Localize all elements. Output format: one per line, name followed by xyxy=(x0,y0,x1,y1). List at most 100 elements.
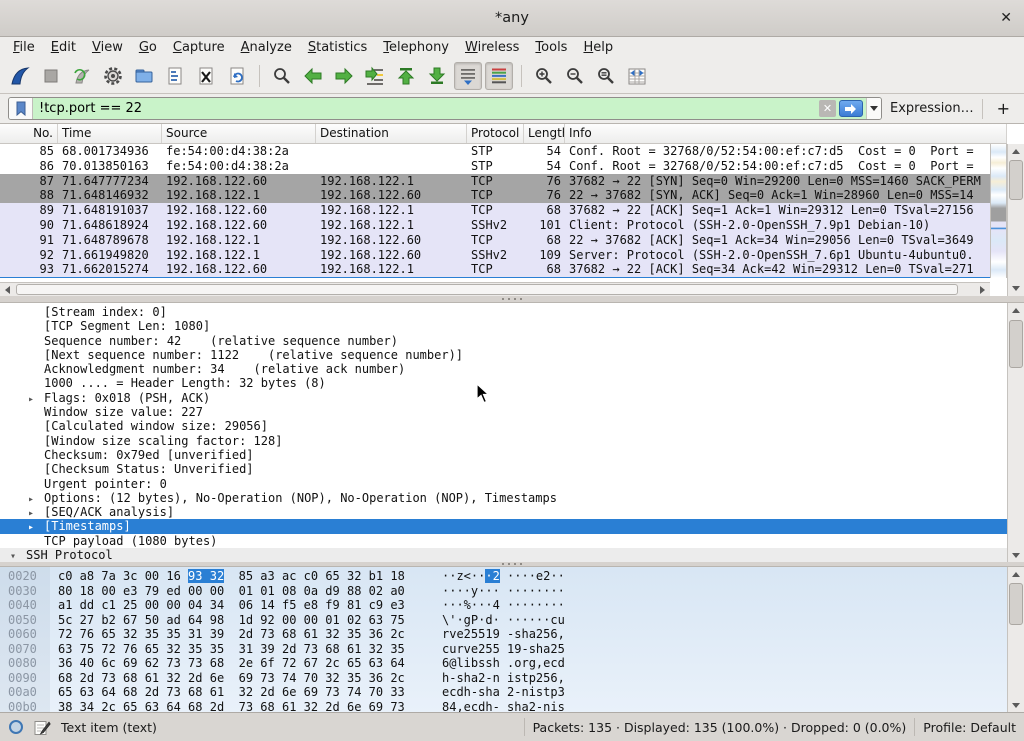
detail-line[interactable]: Acknowledgment number: 34 (relative ack … xyxy=(0,362,1007,376)
hex-ascii[interactable]: ecdh-sha 2-nistp3 xyxy=(422,685,565,700)
column-header-time[interactable]: Time xyxy=(58,124,162,143)
expander-icon[interactable]: ▸ xyxy=(28,493,44,505)
auto-scroll-toggle[interactable] xyxy=(454,62,482,90)
hex-ascii[interactable]: 84,ecdh- sha2-nis xyxy=(422,700,565,712)
hex-ascii[interactable]: h-sha2-n istp256, xyxy=(422,671,565,686)
menu-analyze[interactable]: Analyze xyxy=(233,39,300,56)
detail-line[interactable]: Window size value: 227 xyxy=(0,405,1007,419)
hex-bytes[interactable]: 65 63 64 68 2d 73 68 61 32 2d 6e 69 73 7… xyxy=(50,685,422,700)
hex-bytes[interactable]: 68 2d 73 68 61 32 2d 6e 69 73 74 70 32 3… xyxy=(50,671,422,686)
save-capture-button[interactable] xyxy=(161,62,189,90)
detail-line[interactable]: Urgent pointer: 0 xyxy=(0,477,1007,491)
filter-clear-button[interactable]: ✕ xyxy=(819,100,836,117)
expander-icon[interactable]: ▸ xyxy=(28,393,44,405)
hex-bytes[interactable]: 38 34 2c 65 63 64 68 2d 73 68 61 32 2d 6… xyxy=(50,700,422,712)
detail-line[interactable]: [TCP Segment Len: 1080] xyxy=(0,319,1007,333)
scroll-up-button[interactable] xyxy=(1008,567,1024,582)
hex-bytes[interactable]: c0 a8 7a 3c 00 16 93 32 85 a3 ac c0 65 3… xyxy=(50,569,422,584)
detail-line[interactable]: [Window size scaling factor: 128] xyxy=(0,434,1007,448)
detail-line[interactable]: Sequence number: 42 (relative sequence n… xyxy=(0,334,1007,348)
filter-history-dropdown[interactable] xyxy=(866,98,881,119)
close-button[interactable]: ✕ xyxy=(1000,0,1012,37)
capture-comment-icon[interactable] xyxy=(34,719,51,736)
hex-row-00a0[interactable]: 00a065 63 64 68 2d 73 68 61 32 2d 6e 69 … xyxy=(0,685,1007,700)
menu-file[interactable]: File xyxy=(5,39,43,56)
hex-row-0080[interactable]: 008036 40 6c 69 62 73 73 68 2e 6f 72 67 … xyxy=(0,656,1007,671)
hex-ascii[interactable]: rve25519 -sha256, xyxy=(422,627,565,642)
scroll-thumb[interactable] xyxy=(1009,583,1023,625)
colorize-toggle[interactable] xyxy=(485,62,513,90)
detail-line-seq-ack[interactable]: ▸[SEQ/ACK analysis] xyxy=(0,505,1007,519)
scroll-left-button[interactable] xyxy=(0,283,15,296)
column-header-info[interactable]: Info xyxy=(565,124,1007,143)
add-filter-button[interactable]: + xyxy=(991,99,1016,118)
scroll-down-button[interactable] xyxy=(1008,698,1024,712)
hex-ascii[interactable]: curve255 19-sha25 xyxy=(422,642,565,657)
scroll-up-button[interactable] xyxy=(1008,144,1024,159)
hex-bytes[interactable]: 63 75 72 76 65 32 35 35 31 39 2d 73 68 6… xyxy=(50,642,422,657)
hex-bytes[interactable]: 72 76 65 32 35 35 31 39 2d 73 68 61 32 3… xyxy=(50,627,422,642)
packet-row-90[interactable]: 9071.648618924192.168.122.60192.168.122.… xyxy=(0,218,990,233)
expression-button[interactable]: Expression… xyxy=(890,101,974,116)
column-header-no[interactable]: No. xyxy=(0,124,58,143)
hex-vertical-scrollbar[interactable] xyxy=(1007,567,1024,712)
packet-row-89[interactable]: 8971.648191037192.168.122.60192.168.122.… xyxy=(0,203,990,218)
display-filter-input[interactable]: !tcp.port == 22 ✕ xyxy=(8,97,882,120)
hex-ascii[interactable]: ···%···4 ········ xyxy=(422,598,565,613)
packet-row-85[interactable]: 8568.001734936fe:54:00:d4:38:2aSTP54Conf… xyxy=(0,144,990,159)
menu-help[interactable]: Help xyxy=(575,39,621,56)
menu-tools[interactable]: Tools xyxy=(527,39,575,56)
capture-options-button[interactable] xyxy=(99,62,127,90)
scroll-thumb[interactable] xyxy=(16,284,958,295)
scroll-thumb[interactable] xyxy=(1009,320,1023,368)
open-capture-button[interactable] xyxy=(130,62,158,90)
expander-icon[interactable]: ▸ xyxy=(28,507,44,519)
column-header-destination[interactable]: Destination xyxy=(316,124,467,143)
expander-icon[interactable]: ▾ xyxy=(10,550,26,562)
detail-line-timestamps-selected[interactable]: ▸[Timestamps] xyxy=(0,519,1007,533)
menu-view[interactable]: View xyxy=(84,39,131,56)
hex-bytes[interactable]: 80 18 00 e3 79 ed 00 00 01 01 08 0a d9 8… xyxy=(50,584,422,599)
hex-ascii[interactable]: ··z<···2 ····e2·· xyxy=(422,569,565,584)
detail-line[interactable]: [Checksum Status: Unverified] xyxy=(0,462,1007,476)
reload-capture-button[interactable] xyxy=(223,62,251,90)
go-to-packet-button[interactable] xyxy=(361,62,389,90)
go-to-top-button[interactable] xyxy=(392,62,420,90)
detail-line[interactable]: [Next sequence number: 1122 (relative se… xyxy=(0,348,1007,362)
restart-capture-button[interactable] xyxy=(68,62,96,90)
packet-list-horizontal-scrollbar[interactable] xyxy=(0,282,990,296)
detail-line[interactable]: [Stream index: 0] xyxy=(0,305,1007,319)
hex-ascii[interactable]: 6@libssh .org,ecd xyxy=(422,656,565,671)
go-back-button[interactable] xyxy=(299,62,327,90)
menu-telephony[interactable]: Telephony xyxy=(375,39,457,56)
detail-line-flags[interactable]: ▸Flags: 0x018 (PSH, ACK) xyxy=(0,391,1007,405)
detail-line[interactable]: TCP payload (1080 bytes) xyxy=(0,534,1007,548)
go-forward-button[interactable] xyxy=(330,62,358,90)
column-header-protocol[interactable]: Protocol xyxy=(467,124,524,143)
resize-columns-button[interactable] xyxy=(623,62,651,90)
detail-line[interactable]: Checksum: 0x79ed [unverified] xyxy=(0,448,1007,462)
hex-row-0050[interactable]: 00505c 27 b2 67 50 ad 64 98 1d 92 00 00 … xyxy=(0,613,1007,628)
column-header-length[interactable]: Length xyxy=(524,124,565,143)
scroll-thumb[interactable] xyxy=(1009,160,1023,200)
hex-row-0070[interactable]: 007063 75 72 76 65 32 35 35 31 39 2d 73 … xyxy=(0,642,1007,657)
hex-row-0090[interactable]: 009068 2d 73 68 61 32 2d 6e 69 73 74 70 … xyxy=(0,671,1007,686)
detail-line-options[interactable]: ▸Options: (12 bytes), No-Operation (NOP)… xyxy=(0,491,1007,505)
find-packet-button[interactable] xyxy=(268,62,296,90)
packet-row-87[interactable]: 8771.647777234192.168.122.60192.168.122.… xyxy=(0,174,990,189)
hex-row-0030[interactable]: 003080 18 00 e3 79 ed 00 00 01 01 08 0a … xyxy=(0,584,1007,599)
zoom-out-button[interactable] xyxy=(561,62,589,90)
packet-row-91[interactable]: 9171.648789678192.168.122.1192.168.122.6… xyxy=(0,233,990,248)
menu-statistics[interactable]: Statistics xyxy=(300,39,375,56)
filter-apply-button[interactable] xyxy=(839,100,863,117)
stop-capture-button[interactable] xyxy=(37,62,65,90)
hex-bytes[interactable]: 36 40 6c 69 62 73 73 68 2e 6f 72 67 2c 6… xyxy=(50,656,422,671)
zoom-in-button[interactable] xyxy=(530,62,558,90)
profile-text[interactable]: Profile: Default xyxy=(923,720,1016,735)
detail-line[interactable]: [Calculated window size: 29056] xyxy=(0,419,1007,433)
hex-row-00b0[interactable]: 00b038 34 2c 65 63 64 68 2d 73 68 61 32 … xyxy=(0,700,1007,712)
packet-row-86[interactable]: 8670.013850163fe:54:00:d4:38:2aSTP54Conf… xyxy=(0,159,990,174)
packet-list-minimap[interactable] xyxy=(990,144,1007,278)
scroll-up-button[interactable] xyxy=(1008,303,1024,318)
hex-row-0060[interactable]: 006072 76 65 32 35 35 31 39 2d 73 68 61 … xyxy=(0,627,1007,642)
